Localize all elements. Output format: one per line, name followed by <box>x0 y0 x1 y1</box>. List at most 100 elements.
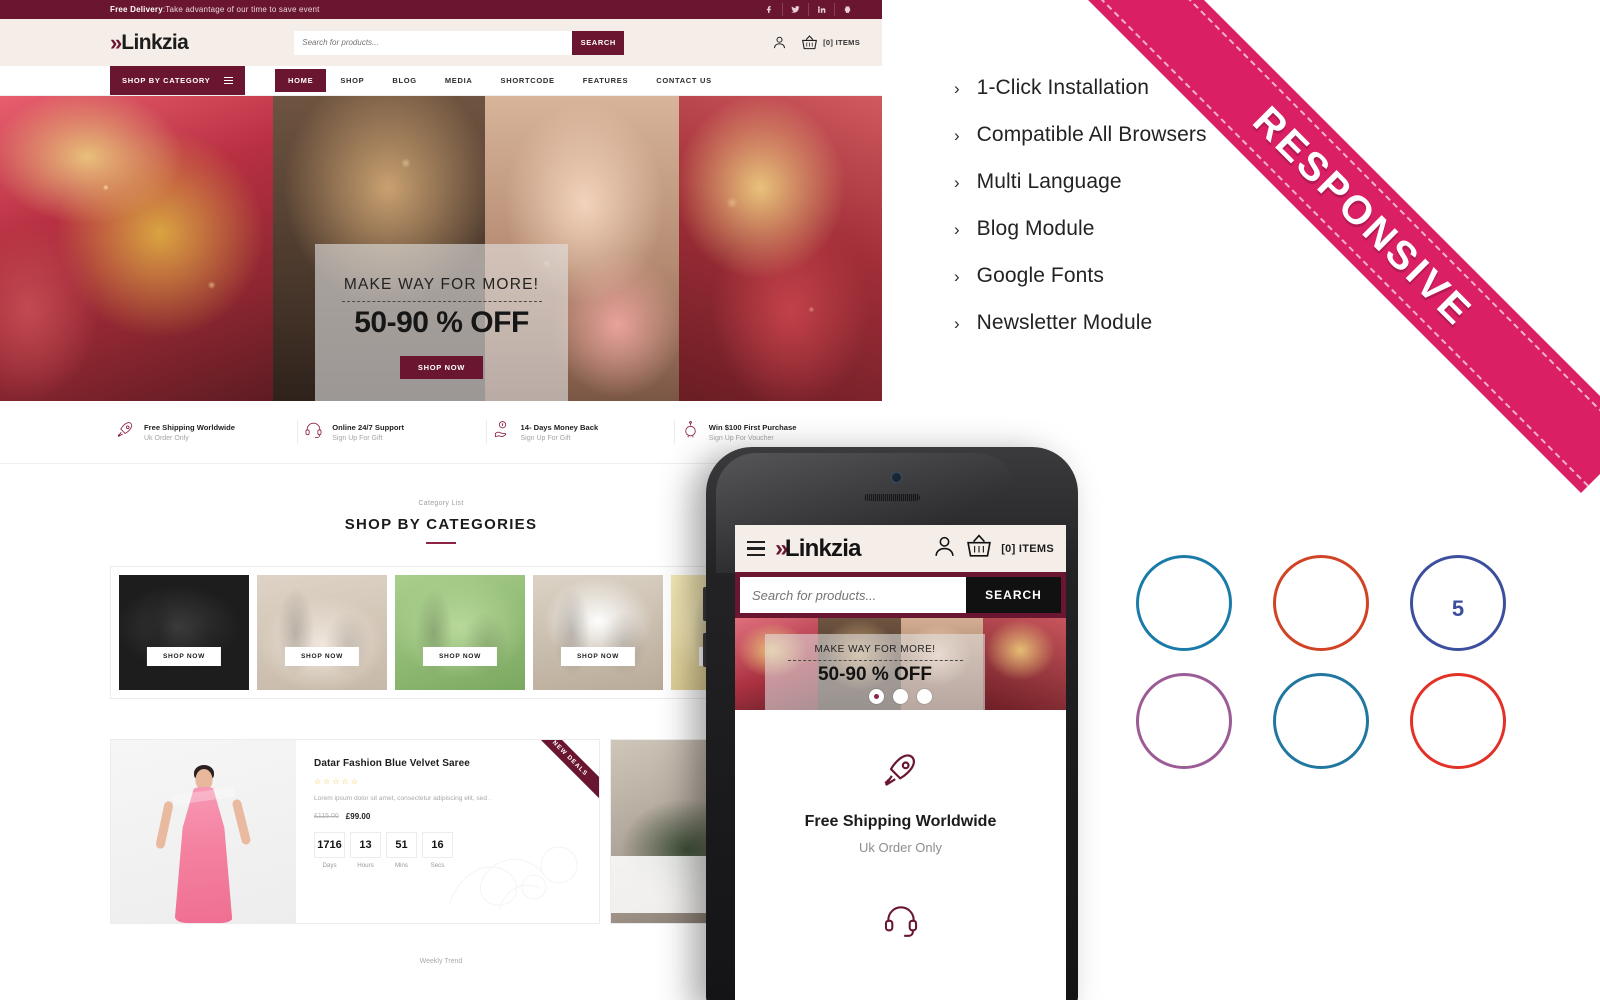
search-input[interactable] <box>740 577 966 613</box>
deal-product-card[interactable]: Datar Fashion Blue Velvet Saree ☆☆☆☆☆ Lo… <box>110 739 600 924</box>
slider-dot[interactable] <box>917 689 932 704</box>
nav-item-contact-us[interactable]: CONTACT US <box>642 66 726 95</box>
category-shop-now-button[interactable]: SHOP NOW <box>284 647 360 666</box>
category-image <box>533 575 663 690</box>
cart-count-label: [0] ITEMS <box>1001 542 1054 555</box>
phone-screen: » Linkzia [0] ITEMS Search for products.… <box>735 525 1066 1000</box>
chevron-right-icon: › <box>954 267 960 286</box>
phone-mockup: » Linkzia [0] ITEMS Search for products.… <box>703 447 1078 1000</box>
phone-speaker <box>864 494 920 501</box>
woocommerce-icon: Woo <box>1136 673 1232 769</box>
category-shop-now-button[interactable]: SHOP NOW <box>422 647 498 666</box>
deal-description: Lorem ipsum dolor sit amet, consectetur … <box>314 795 491 802</box>
hero-caption: MAKE WAY FOR MORE! 50-90 % OFF SHOP NOW <box>315 244 568 401</box>
header-actions: [0] ITEMS <box>772 35 860 50</box>
section-underline <box>426 542 456 544</box>
cart-widget[interactable]: [0] ITEMS <box>801 35 860 50</box>
search-input[interactable] <box>294 30 573 55</box>
countdown-label: Hours <box>357 862 374 869</box>
feature-item-compatible-all-browsers: › Compatible All Browsers <box>954 123 1207 147</box>
nav-item-blog[interactable]: BLOG <box>378 66 430 95</box>
rocket-icon <box>881 754 921 794</box>
hero-shop-now-button[interactable]: SHOP NOW <box>399 356 484 379</box>
mobile-logo[interactable]: » Linkzia <box>775 535 861 563</box>
headset-icon <box>882 906 920 943</box>
hamburger-icon[interactable] <box>747 540 765 557</box>
category-card[interactable]: SHOP NOW <box>395 575 525 690</box>
technology-badges: HTML 5 Woo W <box>1136 555 1536 791</box>
nav-item-media[interactable]: MEDIA <box>431 66 487 95</box>
category-image <box>119 575 249 690</box>
service-subtitle: Sign Up For Gift <box>332 434 383 442</box>
category-shop-now-button[interactable]: SHOP NOW <box>146 647 222 666</box>
feature-label: 1-Click Installation <box>976 76 1150 99</box>
handcoin-icon <box>493 420 512 444</box>
mobile-service-free-shipping: Free Shipping Worldwide Uk Order Only <box>735 710 1066 855</box>
chevron-right-icon: › <box>954 314 960 333</box>
slider-dot-active[interactable] <box>869 689 884 704</box>
slider-dots[interactable] <box>735 689 1066 704</box>
countdown-value: 1716 <box>314 832 345 858</box>
service-subtitle: Uk Order Only <box>144 434 189 442</box>
nav-links: HOME SHOP BLOG MEDIA SHORTCODE FEATURES … <box>275 66 726 95</box>
service-title: Online 24/7 Support <box>332 422 404 432</box>
category-image <box>395 575 525 690</box>
category-shop-now-button[interactable]: SHOP NOW <box>560 647 636 666</box>
service-item-free-shipping: Free Shipping Worldwide Uk Order Only <box>110 420 299 444</box>
facebook-icon[interactable] <box>756 3 782 16</box>
service-item-money-back: 14- Days Money Back Sign Up For Gift <box>487 420 675 444</box>
site-logo[interactable]: » Linkzia <box>110 30 189 55</box>
nav-item-shop[interactable]: SHOP <box>326 66 378 95</box>
nav-item-shortcode[interactable]: SHORTCODE <box>487 66 569 95</box>
service-subtitle: Sign Up For Voucher <box>708 434 774 442</box>
announcement-bar: Free Delivery:Take advantage of our time… <box>0 0 882 19</box>
social-links <box>756 3 860 16</box>
slider-dot[interactable] <box>893 689 908 704</box>
phone-volume-down-button[interactable] <box>703 633 706 667</box>
mobile-hero-divider <box>787 660 963 661</box>
search-button[interactable]: SEARCH <box>966 577 1061 613</box>
pinterest-icon[interactable] <box>834 3 860 16</box>
service-title: 14- Days Money Back <box>520 422 599 432</box>
phone-volume-up-button[interactable] <box>703 587 706 621</box>
feature-item-newsletter-module: › Newsletter Module <box>954 311 1207 335</box>
deal-product-title: Datar Fashion Blue Velvet Saree <box>314 758 470 769</box>
nav-item-home[interactable]: HOME <box>275 69 327 92</box>
mobile-hero-offer: 50-90 % OFF <box>817 664 933 685</box>
old-price: £115.00 <box>314 813 339 820</box>
cart-count-label: [0] ITEMS <box>823 38 860 47</box>
search-button[interactable]: SEARCH <box>572 30 625 55</box>
user-icon[interactable] <box>772 35 787 50</box>
service-title: Free Shipping Worldwide <box>144 422 235 432</box>
category-card[interactable]: SHOP NOW <box>119 575 249 690</box>
user-icon[interactable] <box>932 534 957 564</box>
feature-label: Blog Module <box>976 217 1095 240</box>
auto-update-icon <box>1410 673 1506 769</box>
announcement-text: Free Delivery:Take advantage of our time… <box>110 5 320 14</box>
mobile-hero-title: MAKE WAY FOR MORE! <box>814 644 936 655</box>
mobile-hero-slider[interactable]: MAKE WAY FOR MORE! 50-90 % OFF <box>735 618 1066 710</box>
feature-item-blog-module: › Blog Module <box>954 217 1207 241</box>
category-card[interactable]: SHOP NOW <box>533 575 663 690</box>
price-block: £115.00 £99.00 <box>314 812 583 821</box>
logo-text: Linkzia <box>121 30 189 54</box>
service-item-first-purchase: Win $100 First Purchase Sign Up For Vouc… <box>675 420 862 444</box>
category-card[interactable]: SHOP NOW <box>257 575 387 690</box>
twitter-icon[interactable] <box>782 3 808 16</box>
mobile-service-support <box>735 855 1066 944</box>
nav-item-features[interactable]: FEATURES <box>569 66 642 95</box>
feature-item-multi-language: › Multi Language <box>954 170 1207 194</box>
mobile-service-subtitle: Uk Order Only <box>858 840 943 855</box>
mobile-service-title: Free Shipping Worldwide <box>804 813 997 830</box>
hero-slider[interactable]: MAKE WAY FOR MORE! 50-90 % OFF SHOP NOW <box>0 96 882 401</box>
chevron-right-icon: › <box>954 173 960 192</box>
decorative-flourish <box>448 846 578 911</box>
new-price: £99.00 <box>345 812 371 821</box>
shop-by-category-label: SHOP BY CATEGORY <box>122 76 211 85</box>
logo-text: Linkzia <box>784 534 862 562</box>
basket-icon[interactable] <box>965 534 993 563</box>
linkedin-icon[interactable] <box>808 3 834 16</box>
sass-icon <box>1273 555 1369 651</box>
announcement-highlight: Free Delivery <box>110 5 163 14</box>
shop-by-category-button[interactable]: SHOP BY CATEGORY <box>110 66 245 95</box>
